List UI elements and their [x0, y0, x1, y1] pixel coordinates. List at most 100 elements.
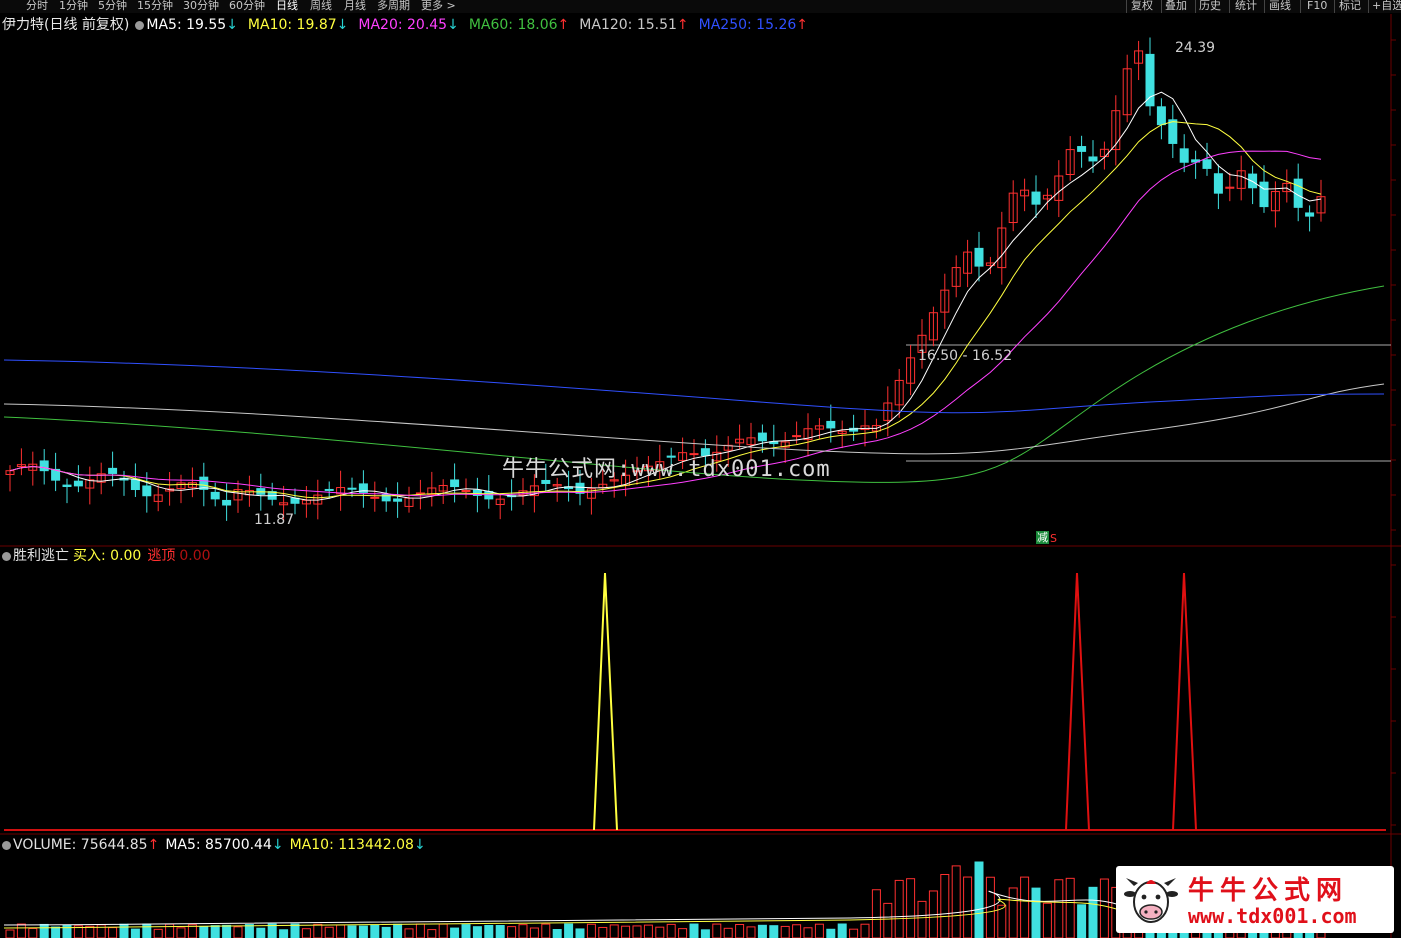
- volume-bar: [461, 924, 471, 938]
- volume-bar: [803, 927, 813, 938]
- volume-bar: [450, 927, 460, 938]
- candle-body: [393, 498, 403, 502]
- volume-bar: [917, 900, 927, 938]
- volume-bar: [757, 924, 767, 938]
- volume-bar: [427, 929, 437, 938]
- volume-bar: [632, 925, 642, 938]
- candle-body: [108, 467, 118, 474]
- candle-body: [1202, 159, 1212, 169]
- volume-bar: [256, 927, 266, 938]
- volume-bar: [1099, 878, 1109, 938]
- range-label: 16.50 - 16.52: [918, 348, 1013, 364]
- low-price-label: 11.87: [254, 512, 295, 528]
- escape-signal-spike: [1172, 572, 1197, 831]
- volume-bar: [5, 929, 15, 938]
- volume-bar: [313, 923, 323, 938]
- volume-bar: [609, 924, 619, 938]
- candle-body: [450, 479, 460, 488]
- volume-bar: [324, 926, 334, 938]
- volume-bar: [1088, 886, 1098, 938]
- candle-body: [1248, 173, 1258, 189]
- volume-bar: [564, 923, 574, 938]
- ma5-line: [9, 91, 1322, 501]
- volume-bar: [712, 923, 722, 938]
- volume-bar: [894, 879, 904, 938]
- volume-bar: [666, 923, 676, 938]
- volume-bar: [940, 873, 950, 938]
- ma120-line: [3, 383, 1385, 455]
- volume-bar: [472, 926, 482, 938]
- volume-bar: [85, 925, 95, 938]
- volume-bar: [244, 924, 254, 938]
- candle-body: [222, 499, 232, 506]
- candle-body: [210, 491, 220, 500]
- candle-body: [73, 480, 83, 487]
- site-logo[interactable]: 牛牛公式网 www.tdx001.com: [1116, 866, 1394, 933]
- ma120-label: MA120: 15.51↑: [579, 17, 689, 33]
- volume-bar: [1031, 887, 1041, 938]
- volume-bar: [393, 923, 403, 938]
- ma10-label: MA10: 19.87↓: [247, 17, 349, 33]
- candle-body: [130, 478, 140, 491]
- volume-bar: [1042, 902, 1052, 938]
- volume-bar: [119, 923, 129, 938]
- volume-bar: [210, 925, 220, 938]
- buy-signal-spike: [593, 572, 618, 831]
- candle-body: [1213, 173, 1223, 194]
- settings-dot-icon[interactable]: [135, 20, 145, 30]
- candle-body: [826, 420, 836, 429]
- volume-bar: [142, 923, 152, 938]
- volume-bar: [700, 929, 710, 938]
- volume-settings-dot-icon[interactable]: [2, 840, 11, 850]
- volume-bar: [1077, 904, 1087, 938]
- sell-marker: S: [1050, 532, 1057, 545]
- volume-bar: [689, 923, 699, 938]
- volume-bar: [837, 923, 847, 938]
- candle-body: [347, 487, 357, 490]
- volume-bar: [598, 926, 608, 938]
- volume-value: VOLUME: 75644.85↑: [13, 837, 160, 853]
- candle-body: [1168, 119, 1178, 144]
- candle-body: [62, 484, 72, 488]
- indicator-name: 胜利逃亡: [13, 548, 69, 564]
- volume-bar: [518, 924, 528, 938]
- volume-bar: [336, 924, 346, 938]
- volume-ma5: MA5: 85700.44↓: [165, 837, 284, 853]
- volume-bar: [974, 861, 984, 938]
- volume-bar: [16, 923, 26, 938]
- volume-bar: [279, 929, 289, 938]
- volume-bar: [39, 923, 49, 938]
- candle-body: [324, 488, 334, 491]
- volume-bar: [290, 923, 300, 938]
- volume-bar: [951, 865, 961, 938]
- main-legend: 伊力特(日线 前复权) MA5: 19.55↓ MA10: 19.87↓ MA20: …: [2, 16, 818, 34]
- high-price-label: 24.39: [1175, 40, 1216, 56]
- stock-title: 伊力特(日线 前复权): [2, 17, 130, 33]
- buy-value: 买入: 0.00: [73, 548, 142, 564]
- candle-body: [1145, 53, 1155, 107]
- volume-bar: [735, 924, 745, 938]
- candle-body: [142, 485, 152, 497]
- candle-body: [1305, 212, 1315, 217]
- volume-bar: [621, 925, 631, 938]
- candle-body: [974, 247, 984, 267]
- candle-body: [1088, 156, 1098, 162]
- indicator-settings-dot-icon[interactable]: [2, 551, 11, 561]
- candle-body: [461, 490, 471, 493]
- candle-body: [1077, 146, 1087, 152]
- volume-bar: [849, 928, 859, 938]
- volume-bar: [153, 928, 163, 938]
- logo-url: www.tdx001.com: [1188, 904, 1357, 928]
- escape-signal-spike: [1065, 572, 1090, 831]
- cow-logo-icon: [1124, 878, 1178, 923]
- volume-bar: [415, 923, 425, 938]
- ma20-label: MA20: 20.45↓: [358, 17, 459, 33]
- volume-bar: [780, 925, 790, 938]
- ma60-label: MA60: 18.06↑: [468, 17, 570, 33]
- volume-bar: [130, 928, 140, 938]
- volume-bar: [507, 926, 517, 938]
- volume-bar: [51, 926, 61, 938]
- volume-bar: [1008, 887, 1018, 938]
- volume-bar: [404, 928, 414, 938]
- candle-body: [370, 496, 380, 499]
